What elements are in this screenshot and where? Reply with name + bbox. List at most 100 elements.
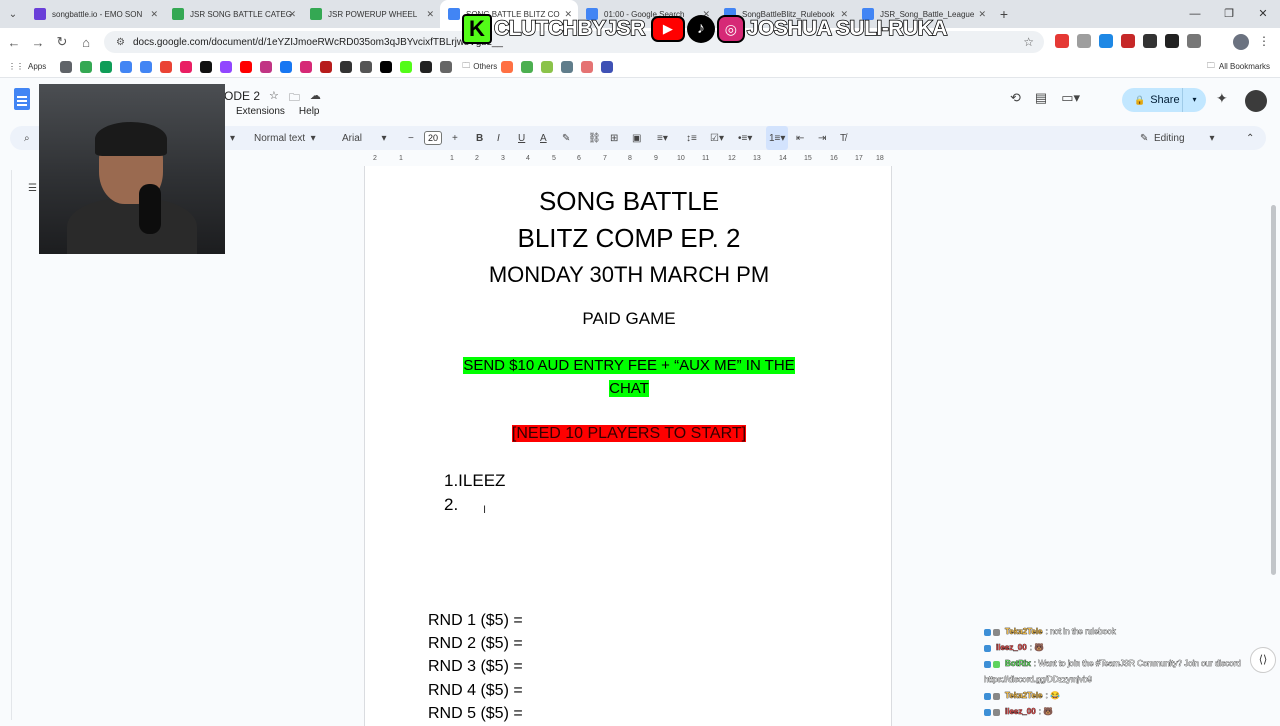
- search-menus-icon[interactable]: ⌕: [24, 126, 30, 150]
- bookmark-icon[interactable]: [561, 60, 574, 73]
- profile-avatar[interactable]: [1233, 34, 1249, 50]
- close-tab-icon[interactable]: ✕: [426, 9, 434, 20]
- site-info-icon[interactable]: ⚙: [116, 37, 125, 48]
- new-tab-icon[interactable]: +: [992, 6, 1016, 22]
- tab-categories[interactable]: JSR SONG BATTLE CATEG ✕: [164, 0, 302, 28]
- editing-mode-select[interactable]: ✎ Editing ▾: [1140, 126, 1215, 150]
- bookmark-icon[interactable]: [420, 60, 433, 73]
- bookmark-icon[interactable]: [320, 60, 333, 73]
- facebook-bookmark-icon[interactable]: [280, 60, 293, 73]
- google-docs-logo-icon[interactable]: [14, 88, 30, 110]
- text-color-icon[interactable]: A: [540, 126, 547, 150]
- bookmark-icon[interactable]: [521, 60, 534, 73]
- document-title[interactable]: ODE 2: [224, 89, 260, 103]
- puzzle-extensions-icon[interactable]: [1187, 34, 1201, 48]
- tab-songbattle[interactable]: songbattle.io - EMO SON ✕: [26, 0, 164, 28]
- all-bookmarks[interactable]: 🗀 All Bookmarks: [1207, 60, 1270, 74]
- menu-extensions[interactable]: Extensions: [236, 106, 285, 117]
- underline-icon[interactable]: U: [518, 126, 525, 150]
- instagram-bookmark-icon[interactable]: [300, 60, 313, 73]
- comments-icon[interactable]: ▤: [1035, 90, 1047, 106]
- others-folder[interactable]: 🗀 Others: [462, 60, 497, 74]
- kick-bookmark-icon[interactable]: [400, 60, 413, 73]
- highlight-color-icon[interactable]: ✎: [562, 126, 570, 150]
- extension-icon[interactable]: [1165, 34, 1179, 48]
- paragraph-style-select[interactable]: Normal text ▾: [254, 126, 316, 150]
- tab-search-chevron-icon[interactable]: ⌄: [0, 0, 26, 28]
- sheets-bookmark-icon[interactable]: [100, 60, 113, 73]
- gemini-sparkle-icon[interactable]: ✦: [1216, 90, 1228, 107]
- hq-bookmark-icon[interactable]: [340, 60, 353, 73]
- insert-link-icon[interactable]: ⛓: [588, 126, 601, 150]
- bookmark-icon[interactable]: [501, 60, 514, 73]
- browser-menu-icon[interactable]: ⋮: [1258, 34, 1270, 48]
- horizontal-ruler[interactable]: 2 1 1 2 3 4 5 6 7 8 9 10 11 12 13 14 15 …: [364, 154, 892, 166]
- clear-formatting-icon[interactable]: T̸: [840, 126, 846, 150]
- bookmark-icon[interactable]: [440, 60, 453, 73]
- increase-font-size-icon[interactable]: +: [452, 126, 458, 150]
- numbered-list-icon[interactable]: 1≡▾: [766, 126, 789, 150]
- meet-icon[interactable]: ▭▾: [1061, 90, 1080, 106]
- youtube-bookmark-icon[interactable]: [240, 60, 253, 73]
- pdf-extension-icon[interactable]: [1121, 34, 1135, 48]
- insert-comment-icon[interactable]: ⊞: [610, 126, 618, 150]
- bulleted-list-icon[interactable]: •≡▾: [738, 126, 752, 150]
- document-outline-icon[interactable]: ☰: [28, 183, 37, 194]
- bookmark-icon[interactable]: [260, 60, 273, 73]
- bookmark-icon[interactable]: [60, 60, 73, 73]
- increase-indent-icon[interactable]: ⇥: [818, 126, 826, 150]
- share-button[interactable]: 🔒 Share ▾: [1122, 88, 1206, 112]
- extension-icon[interactable]: [1143, 34, 1157, 48]
- close-window-icon[interactable]: ✕: [1246, 0, 1280, 28]
- bookmark-icon[interactable]: [160, 60, 173, 73]
- tab-powerup-wheel[interactable]: JSR POWERUP WHEEL ✕: [302, 0, 440, 28]
- scrollbar-thumb[interactable]: [1271, 205, 1276, 575]
- italic-icon[interactable]: I: [497, 126, 500, 150]
- close-tab-icon[interactable]: ✕: [150, 9, 158, 20]
- restore-icon[interactable]: ❐: [1212, 0, 1246, 28]
- align-left-icon[interactable]: ≡▾: [657, 126, 668, 150]
- vertical-ruler[interactable]: [0, 170, 12, 720]
- bookmark-icon[interactable]: [120, 60, 133, 73]
- home-icon[interactable]: ⌂: [74, 35, 98, 50]
- back-icon[interactable]: ←: [2, 35, 26, 50]
- checklist-icon[interactable]: ☑▾: [710, 126, 724, 150]
- extension-icon[interactable]: [1077, 34, 1091, 48]
- bookmark-icon[interactable]: [80, 60, 93, 73]
- share-dropdown-icon[interactable]: ▾: [1182, 88, 1206, 112]
- chat-link[interactable]: https://discord.gg/DDzzymjvb9: [984, 672, 1092, 688]
- account-avatar[interactable]: [1245, 90, 1267, 112]
- menu-help[interactable]: Help: [299, 106, 320, 117]
- x-bookmark-icon[interactable]: [380, 60, 393, 73]
- font-family-select[interactable]: Arial ▾: [342, 126, 386, 150]
- forward-icon[interactable]: →: [26, 35, 50, 50]
- extension-icon[interactable]: [1099, 34, 1113, 48]
- document-page[interactable]: SONG BATTLE BLITZ COMP EP. 2 MONDAY 30TH…: [364, 166, 892, 726]
- collapse-menus-icon[interactable]: ⌃: [1246, 126, 1254, 150]
- bookmark-icon[interactable]: [581, 60, 594, 73]
- apps-bookmark[interactable]: ⋮⋮ Apps: [8, 62, 46, 71]
- decrease-indent-icon[interactable]: ⇤: [796, 126, 804, 150]
- bookmark-icon[interactable]: [601, 60, 614, 73]
- bold-icon[interactable]: B: [476, 126, 483, 150]
- adblock-extension-icon[interactable]: [1055, 34, 1069, 48]
- close-tab-icon[interactable]: ✕: [288, 9, 296, 20]
- bookmark-icon[interactable]: [541, 60, 554, 73]
- bookmark-star-icon[interactable]: ☆: [1023, 35, 1034, 49]
- line-spacing-icon[interactable]: ↕≡: [686, 126, 697, 150]
- docs-bookmark-icon[interactable]: [140, 60, 153, 73]
- tiktok-bookmark-icon[interactable]: [200, 60, 213, 73]
- twitch-bookmark-icon[interactable]: [220, 60, 233, 73]
- reload-icon[interactable]: ↻: [50, 34, 74, 50]
- bookmark-icon[interactable]: [180, 60, 193, 73]
- version-history-icon[interactable]: ⟲: [1010, 90, 1021, 106]
- font-size-input[interactable]: 20: [424, 126, 443, 150]
- close-tab-icon[interactable]: ✕: [978, 9, 986, 20]
- zoom-dropdown-icon[interactable]: ▾: [230, 126, 235, 150]
- decrease-font-size-icon[interactable]: −: [408, 126, 414, 150]
- explore-icon[interactable]: ⟨⟩: [1250, 647, 1276, 673]
- insert-image-icon[interactable]: ▣: [632, 126, 641, 150]
- kick-channel-name: CLUTCHBYJSR: [493, 16, 646, 41]
- bookmark-icon[interactable]: [360, 60, 373, 73]
- minimize-icon[interactable]: —: [1178, 0, 1212, 28]
